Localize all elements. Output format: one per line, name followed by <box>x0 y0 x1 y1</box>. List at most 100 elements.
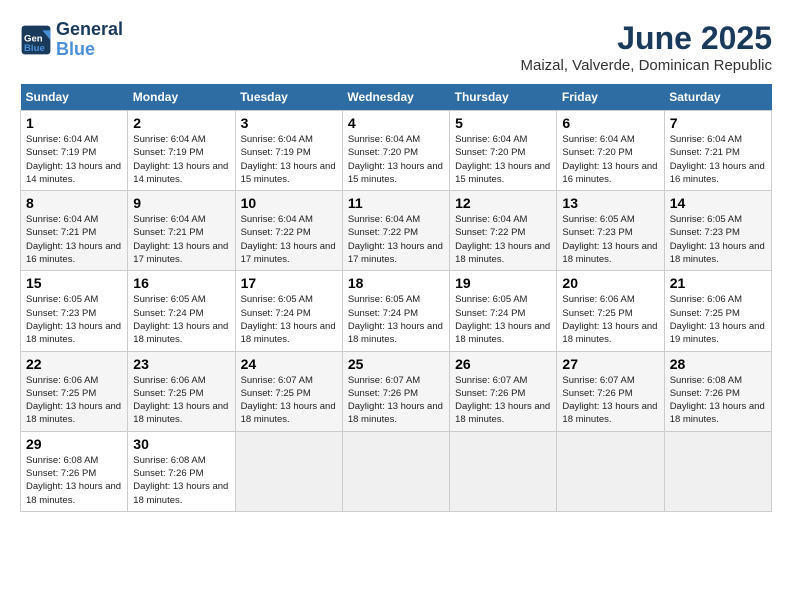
calendar-cell <box>664 431 771 511</box>
day-info: Sunrise: 6:04 AMSunset: 7:19 PMDaylight:… <box>133 133 229 186</box>
calendar-cell <box>557 431 664 511</box>
day-info: Sunrise: 6:05 AMSunset: 7:24 PMDaylight:… <box>133 293 229 346</box>
day-number: 23 <box>133 356 229 372</box>
calendar-cell: 12Sunrise: 6:04 AMSunset: 7:22 PMDayligh… <box>450 191 557 271</box>
day-info: Sunrise: 6:05 AMSunset: 7:23 PMDaylight:… <box>26 293 122 346</box>
calendar-cell: 17Sunrise: 6:05 AMSunset: 7:24 PMDayligh… <box>235 271 342 351</box>
day-number: 17 <box>241 275 337 291</box>
calendar-cell: 6 Sunrise: 6:04 AMSunset: 7:20 PMDaylight… <box>557 111 664 191</box>
day-info: Sunrise: 6:06 AMSunset: 7:25 PMDaylight:… <box>133 374 229 427</box>
day-info: Sunrise: 6:04 AMSunset: 7:22 PMDaylight:… <box>241 213 337 266</box>
day-number: 21 <box>670 275 766 291</box>
day-info: Sunrise: 6:05 AMSunset: 7:23 PMDaylight:… <box>562 213 658 266</box>
calendar-cell: 24Sunrise: 6:07 AMSunset: 7:25 PMDayligh… <box>235 351 342 431</box>
day-info: Sunrise: 6:07 AMSunset: 7:26 PMDaylight:… <box>348 374 444 427</box>
day-number: 29 <box>26 436 122 452</box>
weekday-header-friday: Friday <box>557 84 664 111</box>
weekday-header-thursday: Thursday <box>450 84 557 111</box>
calendar-cell: 16 Sunrise: 6:05 AMSunset: 7:24 PMDayligh… <box>128 271 235 351</box>
calendar-cell: 3 Sunrise: 6:04 AMSunset: 7:19 PMDaylight… <box>235 111 342 191</box>
day-info: Sunrise: 6:08 AMSunset: 7:26 PMDaylight:… <box>670 374 766 427</box>
day-number: 18 <box>348 275 444 291</box>
calendar-cell: 25 Sunrise: 6:07 AMSunset: 7:26 PMDayligh… <box>342 351 449 431</box>
calendar-cell: 7 Sunrise: 6:04 AMSunset: 7:21 PMDaylight… <box>664 111 771 191</box>
weekday-header-sunday: Sunday <box>21 84 128 111</box>
day-info: Sunrise: 6:06 AMSunset: 7:25 PMDaylight:… <box>670 293 766 346</box>
day-number: 15 <box>26 275 122 291</box>
day-info: Sunrise: 6:07 AMSunset: 7:26 PMDaylight:… <box>562 374 658 427</box>
day-info: Sunrise: 6:07 AMSunset: 7:26 PMDaylight:… <box>455 374 551 427</box>
day-info: Sunrise: 6:04 AMSunset: 7:19 PMDaylight:… <box>241 133 337 186</box>
day-info: Sunrise: 6:05 AMSunset: 7:24 PMDaylight:… <box>348 293 444 346</box>
calendar-cell: 27 Sunrise: 6:07 AMSunset: 7:26 PMDayligh… <box>557 351 664 431</box>
day-number: 16 <box>133 275 229 291</box>
day-info: Sunrise: 6:08 AMSunset: 7:26 PMDaylight:… <box>26 454 122 507</box>
day-number: 9 <box>133 195 229 211</box>
calendar-week-row: 8 Sunrise: 6:04 AMSunset: 7:21 PMDaylight… <box>21 191 772 271</box>
day-number: 5 <box>455 115 551 131</box>
calendar-cell: 9 Sunrise: 6:04 AMSunset: 7:21 PMDaylight… <box>128 191 235 271</box>
month-title: June 2025 <box>521 20 773 57</box>
calendar-cell: 26 Sunrise: 6:07 AMSunset: 7:26 PMDayligh… <box>450 351 557 431</box>
day-number: 8 <box>26 195 122 211</box>
calendar-cell: 19Sunrise: 6:05 AMSunset: 7:24 PMDayligh… <box>450 271 557 351</box>
day-info: Sunrise: 6:06 AMSunset: 7:25 PMDaylight:… <box>562 293 658 346</box>
day-number: 22 <box>26 356 122 372</box>
weekday-header-saturday: Saturday <box>664 84 771 111</box>
day-info: Sunrise: 6:04 AMSunset: 7:21 PMDaylight:… <box>26 213 122 266</box>
calendar-week-row: 29 Sunrise: 6:08 AMSunset: 7:26 PMDayligh… <box>21 431 772 511</box>
day-number: 4 <box>348 115 444 131</box>
day-number: 19 <box>455 275 551 291</box>
svg-text:Blue: Blue <box>24 43 45 54</box>
day-number: 20 <box>562 275 658 291</box>
page-header: Gen Blue General Blue June 2025 Maizal, … <box>20 20 772 74</box>
weekday-header-tuesday: Tuesday <box>235 84 342 111</box>
day-info: Sunrise: 6:08 AMSunset: 7:26 PMDaylight:… <box>133 454 229 507</box>
day-info: Sunrise: 6:04 AMSunset: 7:20 PMDaylight:… <box>455 133 551 186</box>
day-info: Sunrise: 6:04 AMSunset: 7:21 PMDaylight:… <box>670 133 766 186</box>
calendar-cell: 1 Sunrise: 6:04 AMSunset: 7:19 PMDaylight… <box>21 111 128 191</box>
calendar-week-row: 1 Sunrise: 6:04 AMSunset: 7:19 PMDaylight… <box>21 111 772 191</box>
day-number: 14 <box>670 195 766 211</box>
calendar-cell: 20 Sunrise: 6:06 AMSunset: 7:25 PMDayligh… <box>557 271 664 351</box>
calendar-cell: 14Sunrise: 6:05 AMSunset: 7:23 PMDayligh… <box>664 191 771 271</box>
calendar-cell: 10 Sunrise: 6:04 AMSunset: 7:22 PMDayligh… <box>235 191 342 271</box>
day-info: Sunrise: 6:04 AMSunset: 7:20 PMDaylight:… <box>562 133 658 186</box>
weekday-header-wednesday: Wednesday <box>342 84 449 111</box>
calendar-cell <box>342 431 449 511</box>
day-info: Sunrise: 6:04 AMSunset: 7:19 PMDaylight:… <box>26 133 122 186</box>
calendar-week-row: 15 Sunrise: 6:05 AMSunset: 7:23 PMDayligh… <box>21 271 772 351</box>
day-number: 26 <box>455 356 551 372</box>
day-number: 1 <box>26 115 122 131</box>
calendar-cell <box>235 431 342 511</box>
calendar-cell: 23 Sunrise: 6:06 AMSunset: 7:25 PMDayligh… <box>128 351 235 431</box>
logo: Gen Blue General Blue <box>20 20 123 60</box>
day-number: 27 <box>562 356 658 372</box>
day-number: 13 <box>562 195 658 211</box>
day-number: 28 <box>670 356 766 372</box>
weekday-header-row: SundayMondayTuesdayWednesdayThursdayFrid… <box>21 84 772 111</box>
calendar-cell: 4 Sunrise: 6:04 AMSunset: 7:20 PMDaylight… <box>342 111 449 191</box>
calendar-cell: 22 Sunrise: 6:06 AMSunset: 7:25 PMDayligh… <box>21 351 128 431</box>
day-number: 12 <box>455 195 551 211</box>
day-info: Sunrise: 6:04 AMSunset: 7:20 PMDaylight:… <box>348 133 444 186</box>
calendar-cell: 28 Sunrise: 6:08 AMSunset: 7:26 PMDayligh… <box>664 351 771 431</box>
calendar-cell: 29 Sunrise: 6:08 AMSunset: 7:26 PMDayligh… <box>21 431 128 511</box>
day-number: 7 <box>670 115 766 131</box>
day-number: 10 <box>241 195 337 211</box>
day-number: 6 <box>562 115 658 131</box>
logo-text: General Blue <box>56 20 123 60</box>
calendar-cell: 13 Sunrise: 6:05 AMSunset: 7:23 PMDayligh… <box>557 191 664 271</box>
logo-icon: Gen Blue <box>20 24 52 56</box>
calendar-cell: 15 Sunrise: 6:05 AMSunset: 7:23 PMDayligh… <box>21 271 128 351</box>
day-number: 25 <box>348 356 444 372</box>
calendar-cell: 2Sunrise: 6:04 AMSunset: 7:19 PMDaylight… <box>128 111 235 191</box>
day-number: 24 <box>241 356 337 372</box>
day-number: 3 <box>241 115 337 131</box>
calendar-cell: 21 Sunrise: 6:06 AMSunset: 7:25 PMDayligh… <box>664 271 771 351</box>
title-area: June 2025 Maizal, Valverde, Dominican Re… <box>521 20 773 74</box>
day-number: 11 <box>348 195 444 211</box>
day-info: Sunrise: 6:06 AMSunset: 7:25 PMDaylight:… <box>26 374 122 427</box>
location-title: Maizal, Valverde, Dominican Republic <box>521 57 773 74</box>
day-info: Sunrise: 6:04 AMSunset: 7:21 PMDaylight:… <box>133 213 229 266</box>
